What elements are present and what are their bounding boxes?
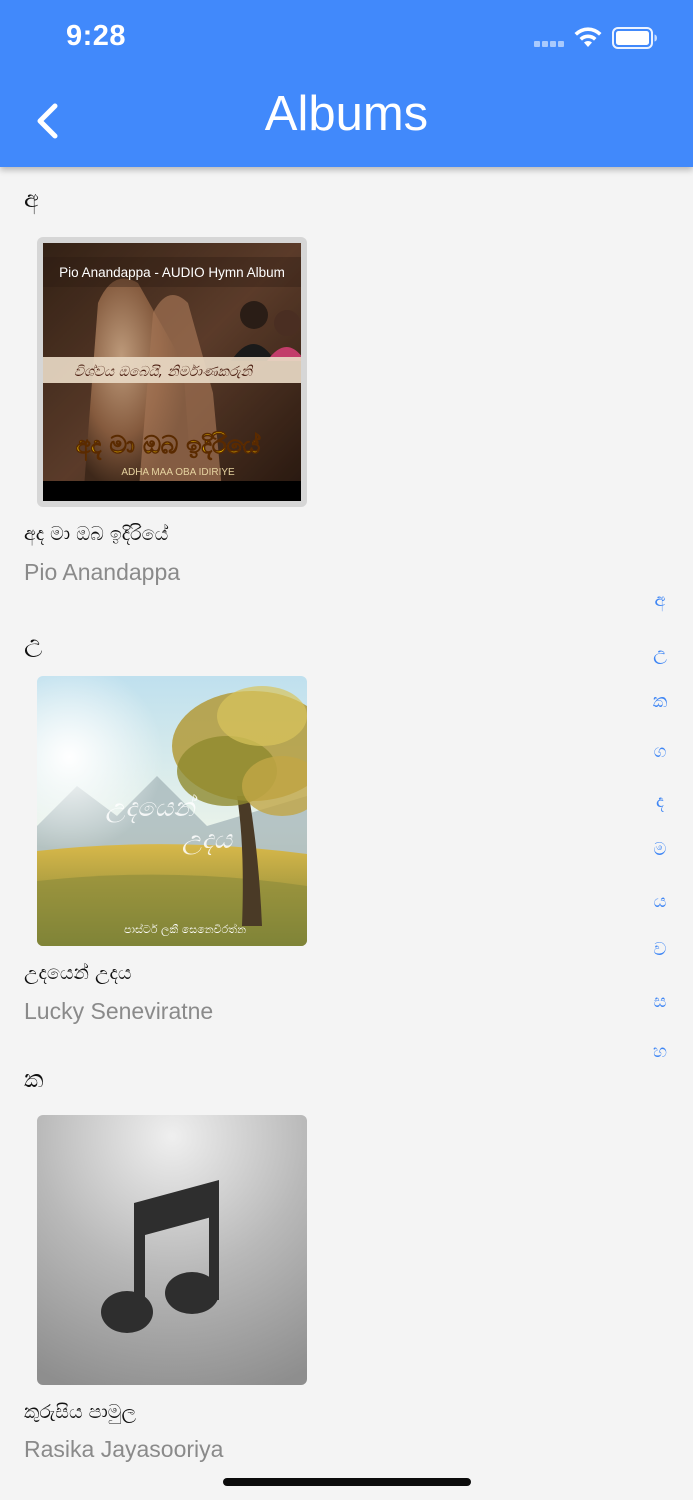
- cover-top-text: Pio Anandappa - AUDIO Hymn Album: [59, 265, 285, 280]
- album-artist: Lucky Seneviratne: [24, 998, 214, 1024]
- status-time: 9:28: [66, 20, 127, 52]
- album-artwork: Pio Anandappa - AUDIO Hymn Album විශ්වය …: [43, 243, 305, 501]
- index-letter-va[interactable]: ව: [640, 939, 680, 960]
- album-title[interactable]: අද මා ඔබ ඉදිරියේ: [24, 523, 168, 545]
- wifi-icon: [574, 27, 602, 47]
- section-header: උ: [24, 629, 43, 657]
- navigation-header: 9:28 Albums: [0, 0, 693, 167]
- index-letter-ma[interactable]: ම: [640, 839, 680, 860]
- cover-subtitle-text: විශ්වය ඔබෙයි, නිර්මාණකරුනි: [74, 364, 254, 380]
- cover-credit-text: පාස්ටර් ලකී සෙනෙවිරත්න: [124, 922, 246, 937]
- home-indicator: [223, 1478, 471, 1486]
- album-cover[interactable]: Pio Anandappa - AUDIO Hymn Album විශ්වය …: [37, 237, 307, 507]
- signal-icon: [534, 41, 564, 47]
- album-cover[interactable]: [37, 1115, 307, 1385]
- cover-main-line1: උදයෙන්: [106, 793, 199, 824]
- cover-main-line2: උදය: [182, 825, 233, 856]
- index-letter-da[interactable]: ද: [640, 791, 680, 812]
- album-title[interactable]: උදයෙන් උදය: [24, 962, 132, 984]
- albums-list[interactable]: අ Pio Anandappa - AUDIO Hymn Album විශ්ව…: [0, 167, 693, 1500]
- album-title[interactable]: කුරුසිය පාමුල: [24, 1401, 136, 1423]
- index-letter-ga[interactable]: ග: [640, 741, 680, 762]
- album-artist: Pio Anandappa: [24, 559, 181, 585]
- album-cover[interactable]: උදයෙන් උදය පාස්ටර් ලකී සෙනෙවිරත්න: [37, 676, 307, 946]
- index-letter-u[interactable]: උ: [640, 643, 680, 664]
- section-header: අ: [24, 185, 39, 213]
- album-artwork: උදයෙන් උදය පාස්ටර් ලකී සෙනෙවිරත්න: [37, 676, 307, 946]
- index-letter-sa[interactable]: ස: [640, 991, 680, 1012]
- cover-main-text: අද මා ඔබ ඉදිරියේ: [76, 431, 261, 461]
- index-letter-ka[interactable]: ක: [640, 691, 680, 712]
- album-artwork-placeholder: [37, 1115, 307, 1385]
- section-header: ක: [24, 1065, 44, 1093]
- index-letter-ya[interactable]: ය: [640, 891, 680, 912]
- cover-romanized-text: ADHA MAA OBA IDIRIYE: [121, 467, 235, 478]
- index-letter-a[interactable]: අ: [640, 590, 680, 611]
- album-artist: Rasika Jayasooriya: [24, 1436, 224, 1462]
- battery-icon: [612, 27, 657, 49]
- page-title: Albums: [264, 87, 429, 141]
- index-letter-ha[interactable]: හ: [640, 1041, 680, 1062]
